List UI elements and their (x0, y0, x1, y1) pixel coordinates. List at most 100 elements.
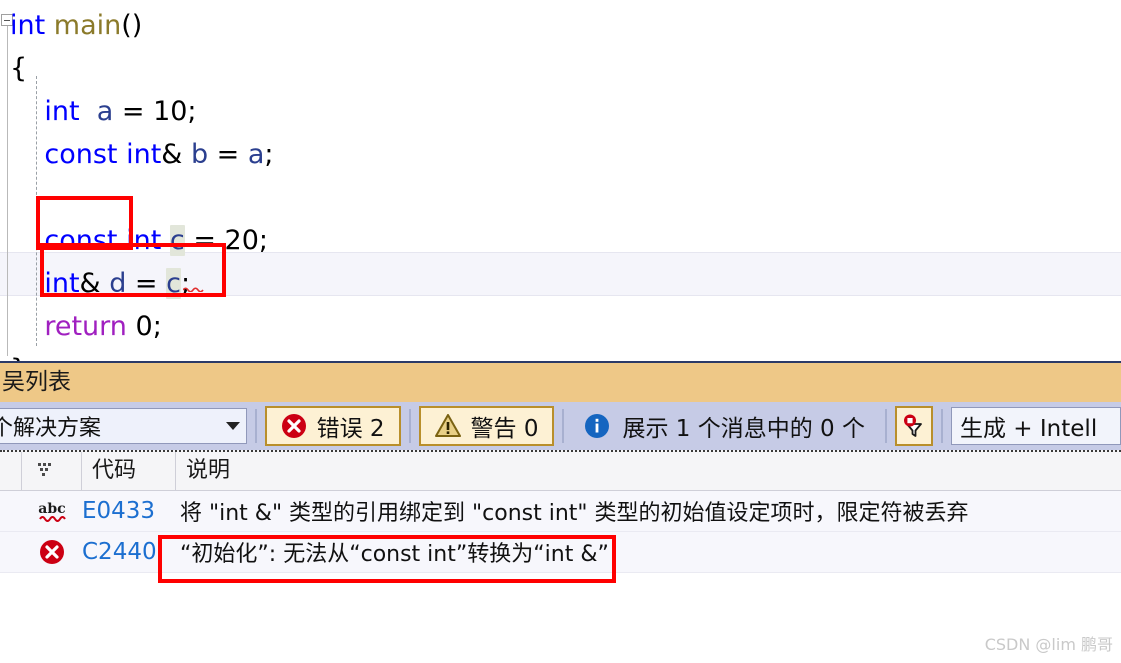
filter-button[interactable] (895, 406, 933, 446)
code-token: main (53, 10, 122, 41)
row-severity-icon-cell: abc (22, 498, 82, 524)
code-token: c (166, 268, 181, 299)
code-token: = (113, 96, 154, 127)
header-grip (0, 452, 22, 490)
code-token: & (161, 139, 183, 170)
info-circle-icon (585, 414, 610, 438)
code-token: b (190, 139, 209, 170)
scope-dropdown[interactable]: 个解决方案 (0, 408, 247, 444)
code-token: int (44, 268, 80, 299)
error-list-panel: 吴列表 个解决方案 错误 2 警告 0 展示 1 个消息中的 0 个 生成 + … (0, 361, 1121, 663)
code-token: & (79, 268, 101, 299)
code-line: int main() (0, 4, 1121, 47)
code-token: int (126, 139, 162, 170)
code-line: int& d = c; (0, 262, 1121, 305)
messages-filter-toggle[interactable]: 展示 1 个消息中的 0 个 (572, 406, 877, 446)
warnings-filter-toggle[interactable]: 警告 0 (418, 406, 555, 446)
table-body: abc E0433 将 "int &" 类型的引用绑定到 "const int" 类… (0, 491, 1121, 573)
code-line: const int& b = a; (0, 133, 1121, 176)
code-token: ; (258, 225, 268, 256)
build-source-dropdown[interactable]: 生成 + Intell (951, 407, 1121, 445)
code-token: } (10, 354, 27, 361)
code-token: () (121, 10, 143, 41)
code-token: ; (152, 311, 162, 342)
tab-error-list[interactable]: 吴列表 (0, 363, 83, 402)
filter-funnel-icon (904, 414, 922, 437)
code-line: return 0; (0, 305, 1121, 348)
error-list-toolbar: 个解决方案 错误 2 警告 0 展示 1 个消息中的 0 个 生成 + Inte… (0, 402, 1121, 450)
code-token: 10 (153, 96, 188, 127)
row-code: E0433 (82, 498, 156, 524)
errors-filter-label: 错误 2 (316, 416, 385, 442)
code-token: int (126, 225, 162, 256)
code-token: const (44, 225, 118, 256)
column-chooser-icon (38, 463, 51, 476)
error-squiggle-icon (183, 287, 204, 292)
messages-filter-label: 展示 1 个消息中的 0 个 (622, 416, 865, 442)
header-description[interactable]: 说明 (176, 452, 1121, 490)
code-line: { (0, 47, 1121, 90)
code-token: d (109, 268, 127, 299)
code-token: const (44, 139, 118, 170)
errors-table: 代码 说明 abc E0433 将 "int &" 类型的引用绑定到 "const … (0, 450, 1121, 583)
code-token: ; (187, 96, 197, 127)
code-token: ; (181, 268, 191, 299)
error-circle-x-icon (40, 540, 64, 564)
toolbar-separator (408, 409, 411, 443)
code-token: int (10, 10, 46, 41)
code-token: = (126, 268, 167, 299)
toolbar-separator (941, 409, 943, 443)
row-code: C2440 (82, 539, 157, 565)
header-code[interactable]: 代码 (82, 452, 176, 490)
code-token: 20 (224, 225, 259, 256)
toolbar-separator (885, 409, 887, 443)
row-severity-icon-cell (22, 539, 82, 565)
row-description: “初始化”: 无法从“const int”转换为“int &” (180, 542, 609, 567)
header-icon-column[interactable] (22, 452, 82, 490)
code-token: ; (264, 139, 274, 170)
code-token: { (10, 53, 28, 84)
table-header-row: 代码 说明 (0, 450, 1121, 491)
warning-triangle-icon (434, 414, 461, 437)
toolbar-separator (562, 409, 565, 443)
build-source-value: 生成 + Intell (960, 416, 1098, 442)
table-row[interactable]: C2440 “初始化”: 无法从“const int”转换为“int &” (0, 532, 1121, 573)
svg-text:abc: abc (38, 501, 65, 517)
code-editor[interactable]: int main(){ int a = 10; const int& b = a… (0, 0, 1121, 361)
code-token: a (247, 139, 265, 170)
panel-tab-strip: 吴列表 (0, 363, 1121, 402)
watermark: CSDN @lim 鹏哥 (984, 635, 1113, 654)
code-token: return (44, 311, 127, 342)
code-token: c (169, 225, 185, 256)
errors-filter-toggle[interactable]: 错误 2 (264, 406, 401, 446)
error-circle-x-icon (281, 414, 306, 438)
table-row[interactable]: abc E0433 将 "int &" 类型的引用绑定到 "const int" 类… (0, 491, 1121, 532)
warnings-filter-label: 警告 0 (470, 416, 539, 442)
code-line: const int c = 20; (0, 219, 1121, 262)
code-line: } (0, 348, 1121, 361)
row-description: 将 "int &" 类型的引用绑定到 "const int" 类型的初始值设定项… (180, 501, 969, 526)
intellisense-abc-icon: abc (38, 501, 66, 522)
code-token: = (184, 225, 225, 256)
code-token: = (208, 139, 248, 170)
code-token: 0 (135, 311, 153, 342)
code-token: int (44, 96, 80, 127)
chevron-down-icon (225, 422, 240, 430)
code-line: int a = 10; (0, 90, 1121, 133)
toolbar-separator (254, 409, 257, 443)
code-token: a (96, 96, 114, 127)
